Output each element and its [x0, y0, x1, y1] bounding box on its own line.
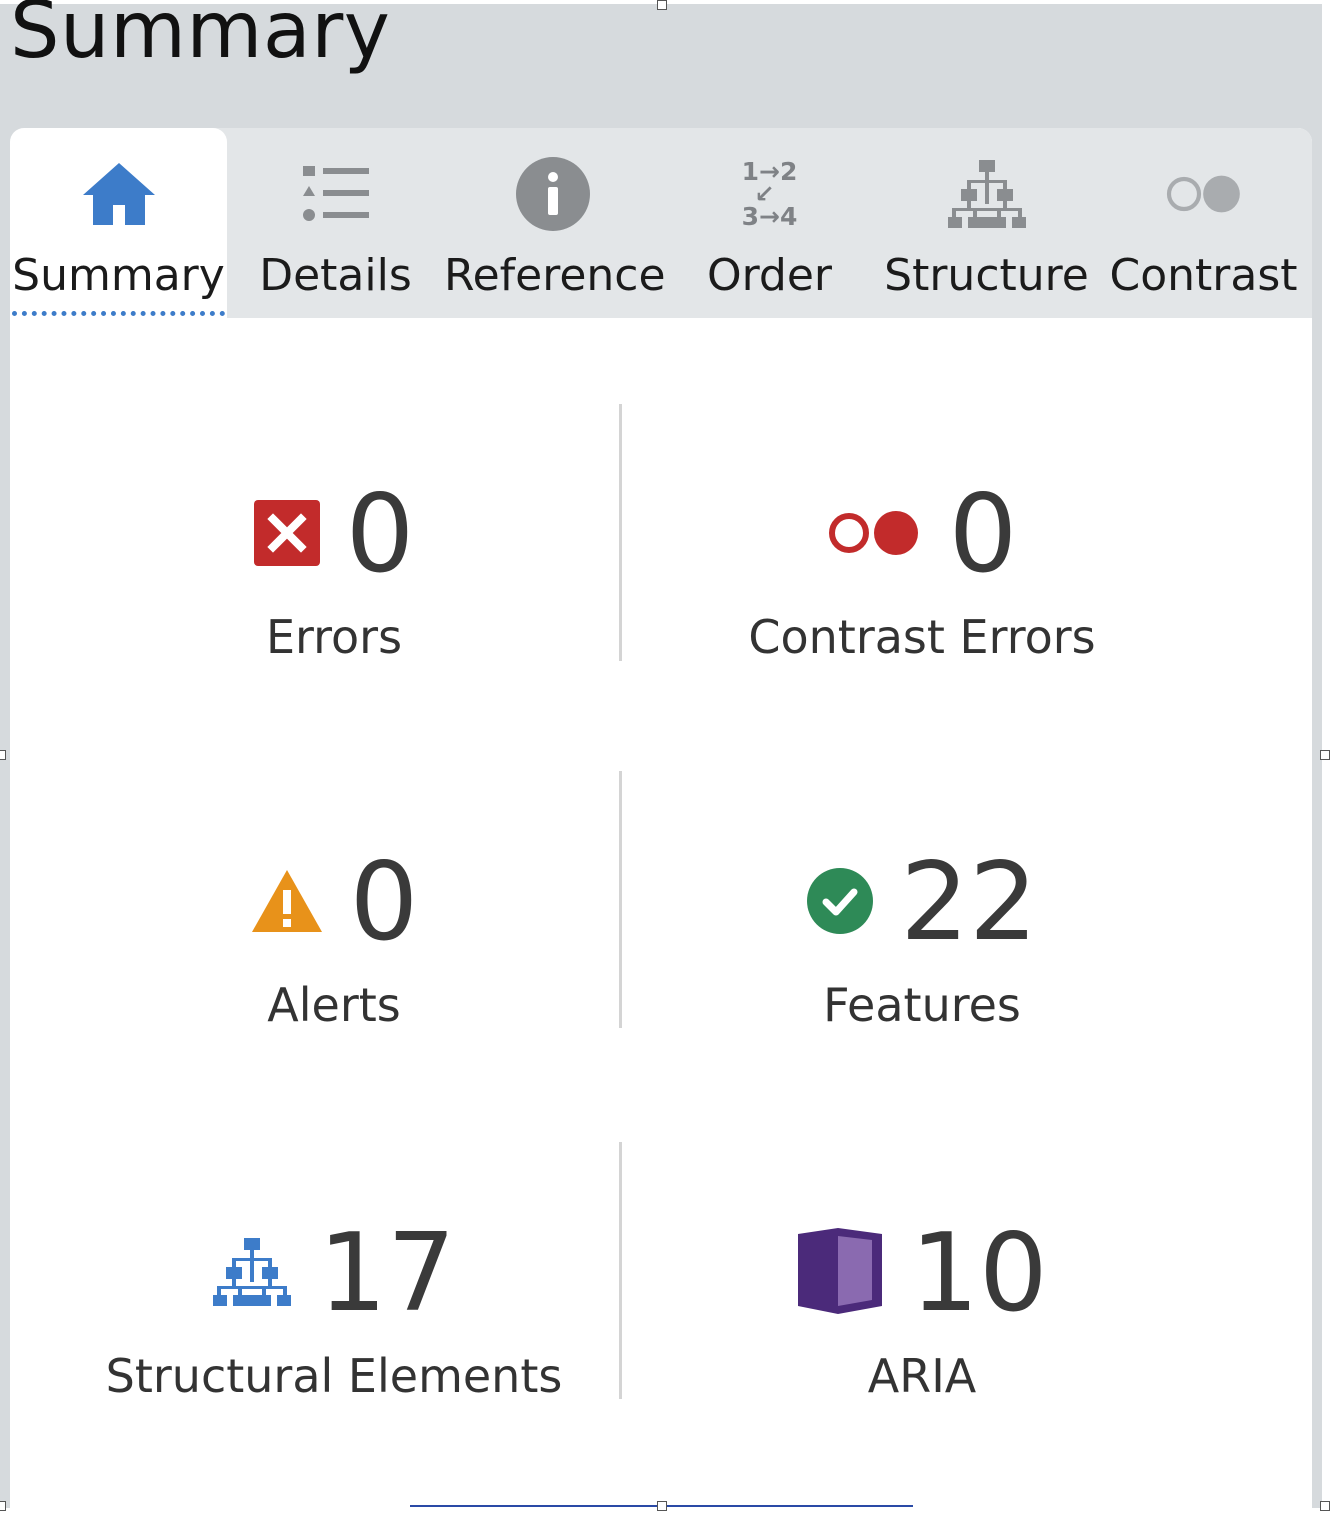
- tab-structure-label: Structure: [884, 250, 1089, 301]
- contrast-error-icon: [827, 510, 923, 561]
- structural-count: 17: [318, 1211, 456, 1336]
- features-label: Features: [823, 978, 1021, 1032]
- order-icon-bottom: 3→4: [741, 202, 798, 231]
- info-icon: [513, 154, 593, 234]
- tab-order[interactable]: 1→2 ↙ 3→4 Order: [661, 128, 878, 318]
- errors-label: Errors: [265, 610, 403, 664]
- tab-summary[interactable]: Summary: [10, 128, 227, 318]
- tab-bar: Summary Details Reference 1→2 ↙ 3→4 Orde…: [10, 128, 1312, 318]
- hierarchy-icon: [212, 1236, 292, 1313]
- alerts-count: 0: [349, 840, 419, 965]
- tab-contrast[interactable]: Contrast: [1095, 128, 1312, 318]
- hierarchy-icon: [947, 154, 1027, 234]
- stat-aria[interactable]: 10 ARIA: [622, 1219, 1222, 1403]
- tab-order-label: Order: [706, 250, 833, 301]
- aria-label: ARIA: [867, 1349, 977, 1403]
- home-icon: [79, 154, 159, 234]
- tab-details[interactable]: Details: [227, 128, 444, 318]
- order-icon: 1→2 ↙ 3→4: [730, 154, 810, 234]
- resize-handle-bottom[interactable]: [657, 1501, 667, 1511]
- errors-count: 0: [345, 472, 415, 597]
- stat-features[interactable]: 22 Features: [622, 848, 1222, 1032]
- list-icon: [296, 154, 376, 234]
- resize-handle-top[interactable]: [657, 0, 667, 10]
- aria-box-icon: [796, 1227, 884, 1321]
- resize-handle-bottom-left[interactable]: [0, 1501, 6, 1511]
- tab-structure[interactable]: Structure: [878, 128, 1095, 318]
- resize-handle-bottom-right[interactable]: [1320, 1501, 1330, 1511]
- page-title: Summary: [10, 0, 391, 76]
- contrast-errors-label: Contrast Errors: [748, 610, 1096, 664]
- contrast-errors-count: 0: [948, 472, 1018, 597]
- tab-details-label: Details: [259, 250, 412, 301]
- resize-handle-left[interactable]: [0, 750, 6, 760]
- structural-label: Structural Elements: [105, 1349, 563, 1403]
- tab-contrast-label: Contrast: [1109, 250, 1298, 301]
- error-x-icon: [253, 499, 320, 571]
- check-circle-icon: [806, 867, 874, 940]
- summary-window: Summary Summary Details Reference 1→2 ↙ …: [0, 0, 1322, 1512]
- stat-errors[interactable]: 0 Errors: [34, 480, 634, 664]
- contrast-icon: [1164, 154, 1244, 234]
- warning-icon: [250, 868, 324, 939]
- stat-structural-elements[interactable]: 17 Structural Elements: [34, 1211, 634, 1404]
- wave-panel: Summary Details Reference 1→2 ↙ 3→4 Orde…: [10, 128, 1312, 1512]
- tab-reference[interactable]: Reference: [444, 128, 666, 318]
- tab-summary-label: Summary: [12, 250, 225, 301]
- alerts-label: Alerts: [267, 978, 401, 1032]
- stat-alerts[interactable]: 0 Alerts: [34, 848, 634, 1032]
- tab-reference-label: Reference: [444, 250, 666, 301]
- aria-count: 10: [910, 1211, 1048, 1336]
- features-count: 22: [900, 840, 1038, 965]
- stat-contrast-errors[interactable]: 0 Contrast Errors: [622, 472, 1222, 665]
- resize-handle-right[interactable]: [1320, 750, 1330, 760]
